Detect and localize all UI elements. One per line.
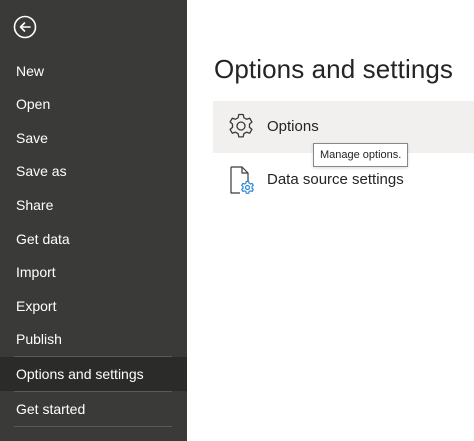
sidebar-divider <box>14 426 172 427</box>
sidebar-item-save-as[interactable]: Save as <box>0 154 187 188</box>
sidebar-item-get-started[interactable]: Get started <box>0 392 187 426</box>
tooltip: Manage options. <box>313 143 409 167</box>
sidebar-item-new[interactable]: New <box>0 54 187 88</box>
main-panel: Options and settings Options Data source… <box>187 0 474 441</box>
sidebar-item-open[interactable]: Open <box>0 87 187 121</box>
sidebar-item-get-data[interactable]: Get data <box>0 222 187 256</box>
sidebar-item-publish[interactable]: Publish <box>0 322 187 356</box>
sidebar-item-export[interactable]: Export <box>0 289 187 323</box>
back-arrow-circle-icon <box>13 15 37 39</box>
gear-icon <box>229 113 253 138</box>
sidebar-item-save[interactable]: Save <box>0 121 187 155</box>
sidebar-item-import[interactable]: Import <box>0 255 187 289</box>
options-label: Options <box>267 118 319 135</box>
sidebar-item-share[interactable]: Share <box>0 188 187 222</box>
sidebar-item-options-and-settings[interactable]: Options and settings <box>0 357 187 391</box>
document-gear-icon <box>230 166 254 194</box>
page-title: Options and settings <box>214 54 454 84</box>
back-button[interactable] <box>13 15 37 39</box>
sidebar: New Open Save Save as Share Get data Imp… <box>0 0 187 441</box>
app-window: New Open Save Save as Share Get data Imp… <box>0 0 474 441</box>
